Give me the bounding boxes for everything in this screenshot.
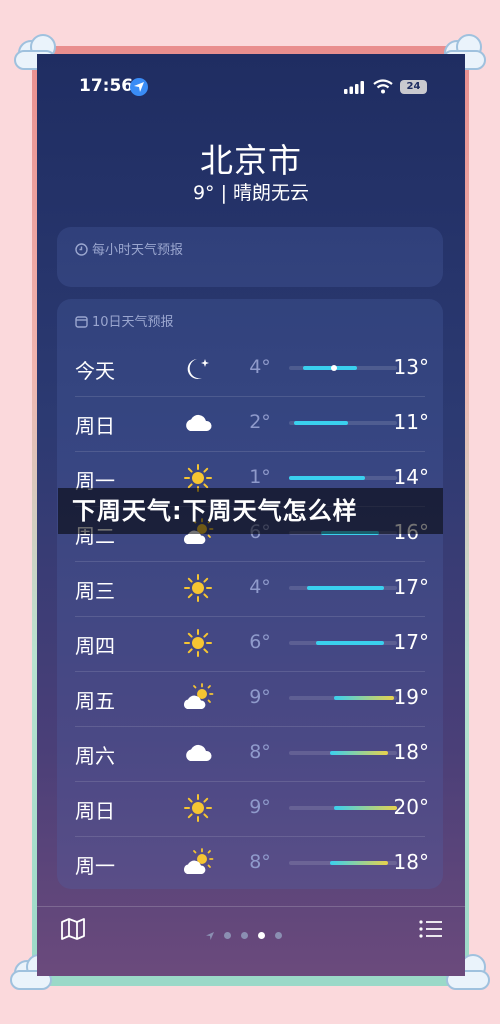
temp-range-bar — [289, 641, 397, 645]
wifi-icon — [373, 79, 393, 94]
sun-icon — [182, 572, 214, 604]
low-temp: 8° — [249, 741, 271, 763]
temp-range-bar — [289, 861, 397, 865]
forecast-day: 周五 — [75, 689, 115, 713]
forecast-day: 周日 — [75, 799, 115, 823]
status-bar: 17:56 24 — [37, 54, 465, 118]
ten-day-forecast-card[interactable]: 10日天气预报 今天4°13°周日2°11°周一1°14°周二6°16°周三4°… — [57, 299, 443, 889]
forecast-row[interactable]: 周一 8° 18° — [75, 836, 429, 891]
temp-range-bar — [289, 421, 397, 425]
location-arrow-icon — [206, 931, 214, 940]
page-dot[interactable] — [275, 932, 282, 939]
temp-range-bar — [289, 806, 397, 810]
high-temp: 18° — [393, 850, 429, 874]
list-icon[interactable] — [419, 919, 443, 939]
forecast-day: 周四 — [75, 634, 115, 658]
high-temp: 18° — [393, 740, 429, 764]
forecast-row[interactable]: 周六 8° 18° — [75, 726, 429, 781]
forecast-row[interactable]: 周四 6° 17° — [75, 616, 429, 671]
temp-range-bar — [289, 476, 397, 480]
current-temp-dot — [331, 365, 338, 371]
ten-day-forecast-label: 10日天气预报 — [92, 315, 174, 330]
temp-range-fill — [289, 476, 365, 480]
cloud-icon — [182, 737, 214, 769]
high-temp: 17° — [393, 575, 429, 599]
low-temp: 1° — [249, 466, 271, 488]
forecast-day: 周一 — [75, 854, 115, 878]
temp-range-fill — [316, 641, 385, 645]
high-temp: 20° — [393, 795, 429, 819]
forecast-day: 周六 — [75, 744, 115, 768]
forecast-row[interactable]: 周五 9° 19° — [75, 671, 429, 726]
battery-indicator: 24 — [400, 80, 427, 94]
temp-range-fill — [330, 861, 389, 865]
temp-range-bar — [289, 696, 397, 700]
high-temp: 14° — [393, 465, 429, 489]
ten-day-forecast-header: 10日天气预报 — [75, 311, 174, 330]
forecast-day: 周三 — [75, 579, 115, 603]
partly-cloudy-icon — [182, 847, 214, 879]
high-temp: 13° — [393, 355, 429, 379]
calendar-icon — [75, 316, 88, 328]
partly-cloudy-icon — [182, 682, 214, 714]
cloud-icon — [182, 407, 214, 439]
sun-icon — [182, 627, 214, 659]
low-temp: 4° — [249, 356, 271, 378]
temp-range-fill — [303, 366, 358, 370]
page-indicator[interactable] — [205, 925, 292, 944]
low-temp: 8° — [249, 851, 271, 873]
sun-icon — [182, 792, 214, 824]
status-time: 17:56 — [79, 76, 134, 96]
low-temp: 2° — [249, 411, 271, 433]
temp-range-fill — [334, 806, 397, 810]
temp-range-fill — [294, 421, 349, 425]
page-dot-active[interactable] — [258, 932, 265, 939]
temp-range-fill — [307, 586, 385, 590]
forecast-row[interactable]: 周日 2° 11° — [75, 396, 429, 451]
temp-range-fill — [330, 751, 389, 755]
page-dot[interactable] — [241, 932, 248, 939]
signal-icon — [344, 81, 364, 94]
low-temp: 9° — [249, 686, 271, 708]
location-arrow-icon — [130, 78, 148, 96]
current-summary: 9° | 晴朗无云 — [192, 182, 310, 204]
city-name: 北京市 — [200, 141, 302, 180]
temp-range-bar — [289, 751, 397, 755]
forecast-row[interactable]: 周三 4° 17° — [75, 561, 429, 616]
moon-star-icon — [182, 352, 214, 384]
low-temp: 4° — [249, 576, 271, 598]
forecast-row[interactable]: 今天 4° 13° — [75, 341, 429, 396]
temp-range-bar — [289, 365, 397, 371]
forecast-row[interactable]: 周日 9° 20° — [75, 781, 429, 836]
map-icon[interactable] — [60, 917, 86, 941]
hourly-forecast-card[interactable]: 每小时天气预报 — [57, 227, 443, 287]
hourly-forecast-label: 每小时天气预报 — [92, 243, 184, 258]
forecast-day: 周日 — [75, 414, 115, 438]
low-temp: 9° — [249, 796, 271, 818]
clock-icon — [75, 243, 88, 256]
high-temp: 19° — [393, 685, 429, 709]
forecast-day: 今天 — [75, 359, 115, 383]
temp-range-fill — [334, 696, 394, 700]
bottom-toolbar — [37, 906, 465, 976]
page-dot[interactable] — [224, 932, 231, 939]
high-temp: 17° — [393, 630, 429, 654]
article-title-overlay: 下周天气:下周天气怎么样 — [58, 488, 443, 534]
temp-range-bar — [289, 586, 397, 590]
low-temp: 6° — [249, 631, 271, 653]
hourly-forecast-header: 每小时天气预报 — [75, 239, 183, 258]
high-temp: 11° — [393, 410, 429, 434]
